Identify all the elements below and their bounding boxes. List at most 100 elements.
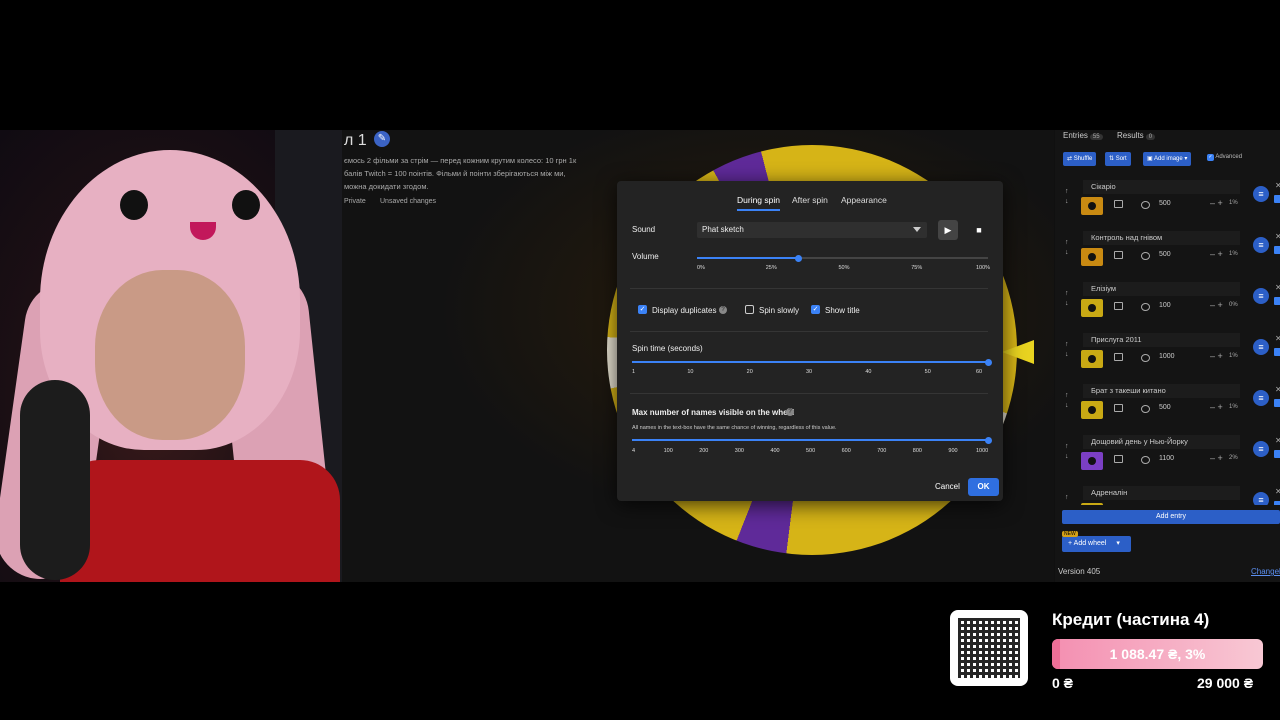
tab-entries[interactable]: Entries 55 <box>1063 131 1103 140</box>
close-icon[interactable]: ✕ <box>1275 181 1280 190</box>
close-icon[interactable]: ✕ <box>1275 487 1280 496</box>
entry-color-swatch[interactable] <box>1081 350 1103 368</box>
tab-appearance[interactable]: Appearance <box>841 195 887 205</box>
help-icon[interactable]: ? <box>786 408 794 416</box>
help-icon[interactable]: ? <box>719 306 727 314</box>
entry-menu-button[interactable]: ≡ <box>1253 339 1269 355</box>
show-title-checkbox[interactable]: ✓ <box>811 305 820 314</box>
image-icon[interactable] <box>1114 302 1123 310</box>
entry-enabled-checkbox[interactable] <box>1274 246 1280 254</box>
entry-color-swatch[interactable] <box>1081 197 1103 215</box>
entry-color-swatch[interactable] <box>1081 248 1103 266</box>
weight-stepper[interactable]: – + <box>1210 249 1223 259</box>
slider-tick-label: 40 <box>865 369 872 375</box>
weight-stepper[interactable]: – + <box>1210 300 1223 310</box>
entry-enabled-checkbox[interactable] <box>1274 399 1280 407</box>
reorder-arrows-icon[interactable]: ↑↓ <box>1065 493 1069 505</box>
entry-menu-button[interactable]: ≡ <box>1253 492 1269 505</box>
reorder-arrows-icon[interactable]: ↑↓ <box>1065 289 1069 309</box>
goal-amount: 1 088.47 ₴, 3% <box>1109 646 1206 662</box>
entry-weight[interactable]: 1100 <box>1159 455 1174 462</box>
add-image-button[interactable]: ▣ Add image ▾ <box>1143 152 1192 166</box>
weight-stepper[interactable]: – + <box>1210 504 1223 505</box>
image-icon[interactable] <box>1114 200 1123 208</box>
close-icon[interactable]: ✕ <box>1275 283 1280 292</box>
entry-enabled-checkbox[interactable] <box>1274 195 1280 203</box>
advanced-checkbox[interactable]: ✓ <box>1207 154 1214 161</box>
weight-icon <box>1141 252 1150 260</box>
entry-weight[interactable]: 500 <box>1159 251 1171 258</box>
weight-stepper[interactable]: – + <box>1210 351 1223 361</box>
reorder-arrows-icon[interactable]: ↑↓ <box>1065 442 1069 462</box>
weight-stepper[interactable]: – + <box>1210 198 1223 208</box>
advanced-toggle[interactable]: ✓ Advanced <box>1207 154 1242 161</box>
weight-icon <box>1141 303 1150 311</box>
entry-name-input[interactable]: Прислуга 2011 <box>1083 333 1240 347</box>
image-icon[interactable] <box>1114 455 1123 463</box>
entry-name-input[interactable]: Елізіум <box>1083 282 1240 296</box>
tab-after-spin[interactable]: After spin <box>792 195 828 205</box>
reorder-arrows-icon[interactable]: ↑↓ <box>1065 391 1069 411</box>
add-entry-button[interactable]: Add entry <box>1062 510 1280 524</box>
slider-tick-label: 200 <box>699 448 709 454</box>
entry-weight[interactable]: 100 <box>1159 302 1171 309</box>
entry-color-swatch[interactable] <box>1081 503 1103 505</box>
entry-weight[interactable]: 500 <box>1159 200 1171 207</box>
entry-color-swatch[interactable] <box>1081 299 1103 317</box>
entry-weight[interactable]: 1000 <box>1159 353 1175 360</box>
entry-name-input[interactable]: Сікаріо <box>1083 180 1240 194</box>
tab-results[interactable]: Results 0 <box>1117 131 1156 140</box>
entry-menu-button[interactable]: ≡ <box>1253 441 1269 457</box>
close-icon[interactable]: ✕ <box>1275 334 1280 343</box>
entry-menu-button[interactable]: ≡ <box>1253 390 1269 406</box>
slider-tick-label: 700 <box>877 448 887 454</box>
entry-enabled-checkbox[interactable] <box>1274 501 1280 505</box>
weight-stepper[interactable]: – + <box>1210 402 1223 412</box>
entry-menu-button[interactable]: ≡ <box>1253 186 1269 202</box>
spin-slowly-checkbox[interactable] <box>745 305 754 314</box>
chevron-down-icon[interactable]: ▾ <box>1116 540 1120 547</box>
close-icon[interactable]: ✕ <box>1275 385 1280 394</box>
display-duplicates-checkbox[interactable]: ✓ <box>638 305 647 314</box>
weight-stepper[interactable]: – + <box>1210 453 1223 463</box>
slider-tick-label: 600 <box>841 448 851 454</box>
image-icon[interactable] <box>1114 353 1123 361</box>
entry-enabled-checkbox[interactable] <box>1274 297 1280 305</box>
play-sound-button[interactable]: ▶ <box>938 220 958 240</box>
reorder-arrows-icon[interactable]: ↑↓ <box>1065 340 1069 360</box>
add-wheel-button[interactable]: + Add wheel ▾ <box>1062 536 1131 552</box>
sound-select[interactable]: Phat sketch <box>697 222 927 238</box>
reorder-arrows-icon[interactable]: ↑↓ <box>1065 238 1069 258</box>
reorder-arrows-icon[interactable]: ↑↓ <box>1065 187 1069 207</box>
image-icon[interactable] <box>1114 251 1123 259</box>
image-icon[interactable] <box>1114 404 1123 412</box>
volume-slider-handle[interactable] <box>795 255 803 262</box>
visibility-chip[interactable]: Private <box>344 198 366 205</box>
entry-enabled-checkbox[interactable] <box>1274 348 1280 356</box>
shuffle-button[interactable]: ⇄ Shuffle <box>1063 152 1097 166</box>
cancel-button[interactable]: Cancel <box>935 482 960 491</box>
entry-name-input[interactable]: Дощовий день у Нью-Йорку <box>1083 435 1240 449</box>
tab-during-spin[interactable]: During spin <box>737 195 780 211</box>
close-icon[interactable]: ✕ <box>1275 232 1280 241</box>
edit-title-button[interactable]: ✎ <box>374 131 390 147</box>
entry-enabled-checkbox[interactable] <box>1274 450 1280 458</box>
sort-button[interactable]: ⇅ Sort <box>1105 152 1131 166</box>
entry-menu-button[interactable]: ≡ <box>1253 237 1269 253</box>
ok-button[interactable]: OK <box>968 478 999 496</box>
entry-name-input[interactable]: Брат з такеши китано <box>1083 384 1240 398</box>
max-names-slider-handle[interactable] <box>984 437 992 444</box>
entry-color-swatch[interactable] <box>1081 401 1103 419</box>
entry-name-input[interactable]: Контроль над гнівом <box>1083 231 1240 245</box>
entry-name-input[interactable]: Адреналін <box>1083 486 1240 500</box>
stop-sound-button[interactable]: ■ <box>969 220 989 240</box>
pencil-icon: ✎ <box>377 133 387 144</box>
entry-color-swatch[interactable] <box>1081 452 1103 470</box>
goal-min: 0 ₴ <box>1052 675 1074 691</box>
changelog-link[interactable]: Changel <box>1251 567 1280 576</box>
spin-time-slider-handle[interactable] <box>984 359 992 366</box>
close-icon[interactable]: ✕ <box>1275 436 1280 445</box>
entry-menu-button[interactable]: ≡ <box>1253 288 1269 304</box>
entry-weight[interactable]: 500 <box>1159 404 1171 411</box>
hat-eye-right <box>232 190 260 220</box>
